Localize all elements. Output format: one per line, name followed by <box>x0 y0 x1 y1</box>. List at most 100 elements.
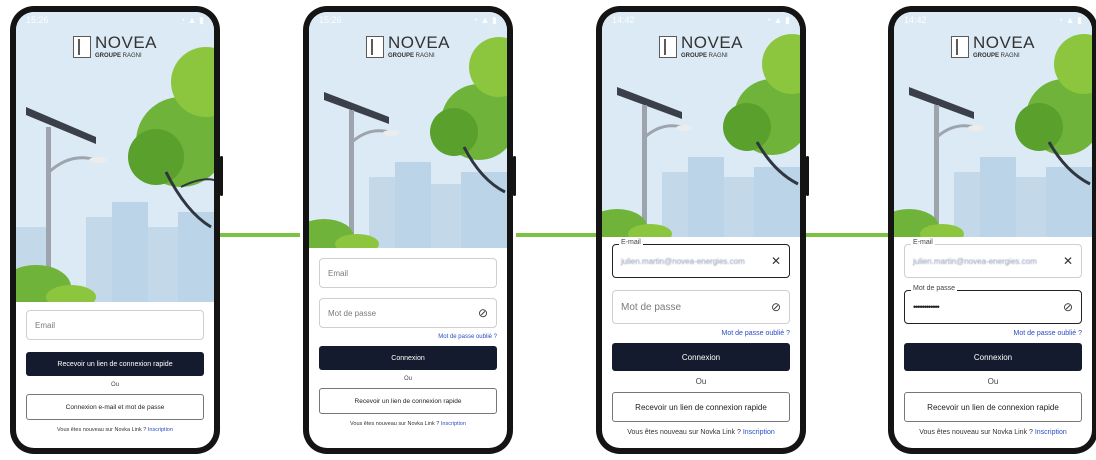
login-button[interactable]: Connexion <box>319 346 497 370</box>
side-button <box>806 156 809 196</box>
side-button <box>513 156 516 196</box>
email-field[interactable]: Email <box>319 258 497 288</box>
login-screen: 15:26 ◔ ▲ ▮ NOVEA GROUPE RAGNI Email Rec… <box>16 12 214 448</box>
status-bar: 15:26 ◔ ▲ ▮ <box>16 12 214 28</box>
logo-sub-rest: RAGNI <box>708 53 728 59</box>
email-password-login-button[interactable]: Connexion e-mail et mot de passe <box>26 394 204 420</box>
logo-name: NOVEA <box>972 33 1036 52</box>
signup-link[interactable]: Inscription <box>441 421 466 427</box>
email-field[interactable]: Email <box>26 310 204 340</box>
signup-row: Vous êtes nouveau sur Novka Link ? Inscr… <box>319 421 497 427</box>
forgot-password-link[interactable]: Mot de passe oublié ? <box>904 330 1083 337</box>
signup-row: Vous êtes nouveau sur Novka Link ? Inscr… <box>26 427 204 433</box>
email-field[interactable]: E-mail julien.martin@novea-energies.com … <box>612 239 790 278</box>
logo-subtitle: GROUPE RAGNI <box>388 53 450 59</box>
login-screen: 14:42 ◔ ▲ ▮ NOVEA GROUPE RAGNI E-mail ju… <box>894 12 1092 448</box>
status-icons: ◔ ▲ ▮ <box>179 15 204 25</box>
logo-sub-bold: GROUPE <box>972 53 999 59</box>
password-field[interactable]: Mot de passe ⊘ <box>319 298 497 328</box>
logo-sub-bold: GROUPE <box>680 53 707 59</box>
or-divider: Ou <box>695 377 707 386</box>
logo-mark-icon <box>950 35 969 58</box>
flow-connector-2 <box>516 233 596 237</box>
password-placeholder: Mot de passe <box>621 301 682 313</box>
status-icons: ◔ ▲ ▮ <box>472 15 497 25</box>
email-label: E-mail <box>619 239 643 246</box>
signup-row: Vous êtes nouveau sur Novka Link ? Inscr… <box>904 429 1082 436</box>
signup-link[interactable]: Inscription <box>148 427 173 433</box>
signup-text: Vous êtes nouveau sur Novka Link ? <box>350 421 440 427</box>
email-label: E-mail <box>911 239 935 246</box>
login-screen: 14:42 ◔ ▲ ▮ NOVEA GROUPE RAGNI E-mail ju… <box>602 12 800 448</box>
logo-name: NOVEA <box>94 33 158 52</box>
novea-logo: NOVEA GROUPE RAGNI <box>365 34 450 59</box>
signup-link[interactable]: Inscription <box>1035 429 1067 436</box>
quick-link-button[interactable]: Recevoir un lien de connexion rapide <box>26 352 204 376</box>
flow-connector-1 <box>220 233 300 237</box>
password-field[interactable]: Mot de passe •••••••••••• ⊘ <box>904 285 1082 324</box>
signup-text: Vous êtes nouveau sur Novka Link ? <box>919 429 1033 436</box>
logo-subtitle: GROUPE RAGNI <box>95 53 157 59</box>
phone-screen-1: 15:26 ◔ ▲ ▮ NOVEA GROUPE RAGNI Email Rec… <box>10 6 223 454</box>
status-icons: ◔ ▲ ▮ <box>765 15 790 25</box>
logo-name: NOVEA <box>680 33 744 52</box>
logo-sub-rest: RAGNI <box>415 53 435 59</box>
logo-mark-icon <box>72 35 91 58</box>
password-placeholder: Mot de passe <box>328 308 377 318</box>
status-time: 14:42 <box>904 15 927 25</box>
status-time: 15:26 <box>26 15 49 25</box>
forgot-password-link[interactable]: Mot de passe oublié ? <box>319 334 497 340</box>
phone-screen-3: 14:42 ◔ ▲ ▮ NOVEA GROUPE RAGNI E-mail ju… <box>596 6 809 454</box>
novea-logo: NOVEA GROUPE RAGNI <box>950 33 1036 59</box>
logo-sub-rest: RAGNI <box>122 53 142 59</box>
logo-subtitle: GROUPE RAGNI <box>973 53 1035 59</box>
close-icon[interactable]: ✕ <box>1063 254 1073 268</box>
eye-off-icon[interactable]: ⊘ <box>771 300 781 314</box>
status-bar: 14:42 ◔ ▲ ▮ <box>602 12 800 28</box>
login-screen: 15:26 ◔ ▲ ▮ NOVEA GROUPE RAGNI Email Mot… <box>309 12 507 448</box>
password-label: Mot de passe <box>911 285 958 292</box>
signup-text: Vous êtes nouveau sur Novka Link ? <box>57 427 147 433</box>
quick-link-button[interactable]: Recevoir un lien de connexion rapide <box>904 392 1082 422</box>
email-field[interactable]: E-mail julien.martin@novea-energies.com … <box>904 239 1082 278</box>
quick-link-button[interactable]: Recevoir un lien de connexion rapide <box>319 388 497 414</box>
password-value: •••••••••••• <box>913 302 940 312</box>
forgot-password-link[interactable]: Mot de passe oublié ? <box>612 330 791 337</box>
signup-link[interactable]: Inscription <box>743 429 775 436</box>
or-divider: Ou <box>987 377 999 386</box>
password-field[interactable]: Mot de passe ⊘ <box>612 290 790 324</box>
phone-screen-4: 14:42 ◔ ▲ ▮ NOVEA GROUPE RAGNI E-mail ju… <box>888 6 1096 454</box>
signup-row: Vous êtes nouveau sur Novka Link ? Inscr… <box>612 429 790 436</box>
signup-text: Vous êtes nouveau sur Novka Link ? <box>627 429 741 436</box>
logo-sub-bold: GROUPE <box>94 53 121 59</box>
login-button[interactable]: Connexion <box>612 343 790 371</box>
email-value: julien.martin@novea-energies.com <box>621 256 745 266</box>
email-placeholder: Email <box>328 268 349 278</box>
email-value: julien.martin@novea-energies.com <box>913 256 1037 266</box>
logo-mark-icon <box>365 35 384 58</box>
logo-sub-rest: RAGNI <box>1000 53 1020 59</box>
eye-off-icon[interactable]: ⊘ <box>1063 300 1073 314</box>
phone-screen-2: 15:26 ◔ ▲ ▮ NOVEA GROUPE RAGNI Email Mot… <box>303 6 516 454</box>
side-button <box>220 156 223 196</box>
status-bar: 15:26 ◔ ▲ ▮ <box>309 12 507 28</box>
status-time: 15:26 <box>319 15 342 25</box>
novea-logo: NOVEA GROUPE RAGNI <box>658 33 744 59</box>
login-button[interactable]: Connexion <box>904 343 1082 371</box>
login-form: Email Mot de passe ⊘ Mot de passe oublié … <box>309 258 507 427</box>
or-divider: Ou <box>403 376 412 382</box>
status-bar: 14:42 ◔ ▲ ▮ <box>894 12 1092 28</box>
flow-connector-3 <box>806 233 892 237</box>
email-placeholder: Email <box>35 320 56 330</box>
login-form: Email Recevoir un lien de connexion rapi… <box>16 310 214 433</box>
close-icon[interactable]: ✕ <box>771 254 781 268</box>
logo-mark-icon <box>658 35 677 58</box>
login-form: E-mail julien.martin@novea-energies.com … <box>602 239 800 436</box>
novea-logo: NOVEA GROUPE RAGNI <box>72 33 158 59</box>
logo-sub-bold: GROUPE <box>387 53 414 59</box>
status-icons: ◔ ▲ ▮ <box>1057 15 1082 25</box>
eye-off-icon[interactable]: ⊘ <box>478 306 488 320</box>
quick-link-button[interactable]: Recevoir un lien de connexion rapide <box>612 392 790 422</box>
or-divider: Ou <box>110 382 119 388</box>
login-form: E-mail julien.martin@novea-energies.com … <box>894 239 1092 436</box>
